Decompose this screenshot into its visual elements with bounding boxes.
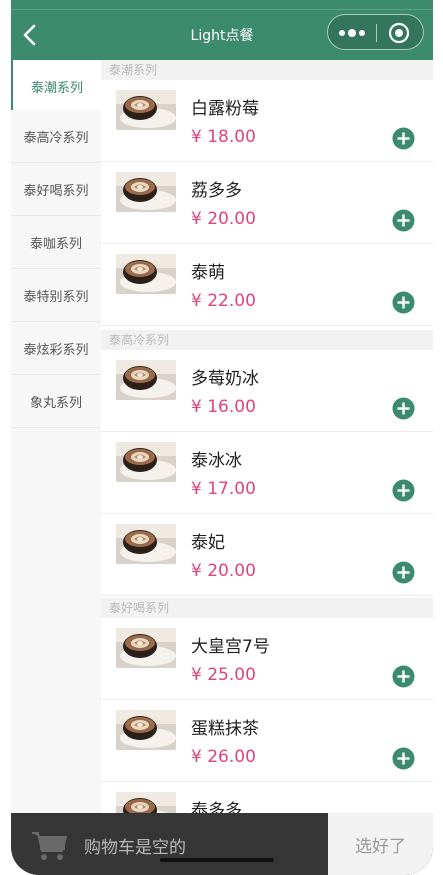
cart-icon[interactable] xyxy=(29,823,71,865)
capsule-divider xyxy=(376,24,377,42)
sidebar-item-tai-chao[interactable]: 泰潮系列 xyxy=(11,60,101,113)
item-price: ¥ 26.00 xyxy=(191,747,256,767)
list-item[interactable]: 泰多多 xyxy=(101,782,433,815)
item-price: ¥ 18.00 xyxy=(191,127,256,147)
section-header: 泰好喝系列 xyxy=(101,598,433,618)
item-name: 泰冰冰 xyxy=(191,451,242,471)
item-price: ¥ 17.00 xyxy=(191,479,256,499)
latte-thumbnail xyxy=(116,442,176,482)
item-name: 泰妃 xyxy=(191,533,225,553)
latte-thumbnail xyxy=(116,524,176,564)
sidebar-item-tai-tebie[interactable]: 泰特别系列 xyxy=(11,269,101,322)
cart-bar: 购物车是空的 选好了 xyxy=(11,813,433,875)
sidebar-item-xiangwan[interactable]: 象丸系列 xyxy=(11,375,101,428)
list-item[interactable]: 大皇宫7号 ¥ 25.00 xyxy=(101,618,433,700)
cart-status-text: 购物车是空的 xyxy=(84,838,186,858)
section-header: 泰潮系列 xyxy=(101,60,433,80)
product-list: 泰潮系列 白露粉莓 ¥ 18.00 荔多多 ¥ 20.00 泰萌 ¥ 22.00… xyxy=(101,60,433,815)
close-circle-icon[interactable] xyxy=(388,22,410,44)
sidebar-item-label: 泰高冷系列 xyxy=(23,130,89,146)
item-name: 泰萌 xyxy=(191,263,225,283)
item-name: 多莓奶冰 xyxy=(191,369,259,389)
item-price: ¥ 20.00 xyxy=(191,561,256,581)
checkout-button[interactable]: 选好了 xyxy=(328,813,433,875)
latte-thumbnail xyxy=(116,710,176,750)
sidebar-item-label: 泰潮系列 xyxy=(30,81,83,96)
item-name: 荔多多 xyxy=(191,181,242,201)
latte-thumbnail xyxy=(116,172,176,212)
add-circle-icon[interactable] xyxy=(392,665,415,688)
latte-thumbnail xyxy=(116,254,176,294)
add-circle-icon[interactable] xyxy=(392,209,415,232)
add-circle-icon[interactable] xyxy=(392,397,415,420)
item-name: 大皇宫7号 xyxy=(191,637,270,657)
latte-thumbnail xyxy=(116,360,176,400)
item-name: 蛋糕抹茶 xyxy=(191,719,259,739)
mini-program-capsule xyxy=(327,14,424,50)
list-item[interactable]: 多莓奶冰 ¥ 16.00 xyxy=(101,350,433,432)
add-circle-icon[interactable] xyxy=(392,291,415,314)
list-item[interactable]: 蛋糕抹茶 ¥ 26.00 xyxy=(101,700,433,782)
app-header: Light点餐 xyxy=(11,0,433,60)
item-name: 白露粉莓 xyxy=(191,99,259,119)
sidebar-item-label: 象丸系列 xyxy=(29,395,82,411)
more-dots-icon[interactable] xyxy=(338,26,366,40)
sidebar-item-label: 泰咖系列 xyxy=(29,236,82,252)
item-price: ¥ 25.00 xyxy=(191,665,256,685)
section-header: 泰高冷系列 xyxy=(101,330,433,350)
list-item[interactable]: 泰萌 ¥ 22.00 xyxy=(101,244,433,326)
home-indicator xyxy=(160,858,274,862)
list-item[interactable]: 泰妃 ¥ 20.00 xyxy=(101,514,433,596)
add-circle-icon[interactable] xyxy=(392,127,415,150)
status-divider xyxy=(11,9,433,10)
list-item[interactable]: 荔多多 ¥ 20.00 xyxy=(101,162,433,244)
latte-thumbnail xyxy=(116,628,176,668)
item-price: ¥ 20.00 xyxy=(191,209,256,229)
sidebar-item-label: 泰特别系列 xyxy=(23,289,89,305)
sidebar-item-label: 泰好喝系列 xyxy=(23,183,89,199)
phone-frame: Light点餐 泰潮系列 泰高冷系列 泰好喝系列 泰咖系列 泰特别系列 泰炫彩系… xyxy=(11,0,433,875)
sidebar-item-label: 泰炫彩系列 xyxy=(23,342,89,358)
sidebar-item-tai-ka[interactable]: 泰咖系列 xyxy=(11,216,101,269)
list-item[interactable]: 白露粉莓 ¥ 18.00 xyxy=(101,80,433,162)
sidebar-item-tai-xuancai[interactable]: 泰炫彩系列 xyxy=(11,322,101,375)
item-price: ¥ 22.00 xyxy=(191,291,256,311)
sidebar-item-tai-gaoleng[interactable]: 泰高冷系列 xyxy=(11,110,101,163)
add-circle-icon[interactable] xyxy=(392,747,415,770)
add-circle-icon[interactable] xyxy=(392,561,415,584)
list-item[interactable]: 泰冰冰 ¥ 17.00 xyxy=(101,432,433,514)
category-sidebar: 泰潮系列 泰高冷系列 泰好喝系列 泰咖系列 泰特别系列 泰炫彩系列 象丸系列 xyxy=(11,60,101,815)
add-circle-icon[interactable] xyxy=(392,479,415,502)
latte-thumbnail xyxy=(116,90,176,130)
sidebar-item-tai-haohe[interactable]: 泰好喝系列 xyxy=(11,163,101,216)
latte-thumbnail xyxy=(116,792,176,815)
item-price: ¥ 16.00 xyxy=(191,397,256,417)
